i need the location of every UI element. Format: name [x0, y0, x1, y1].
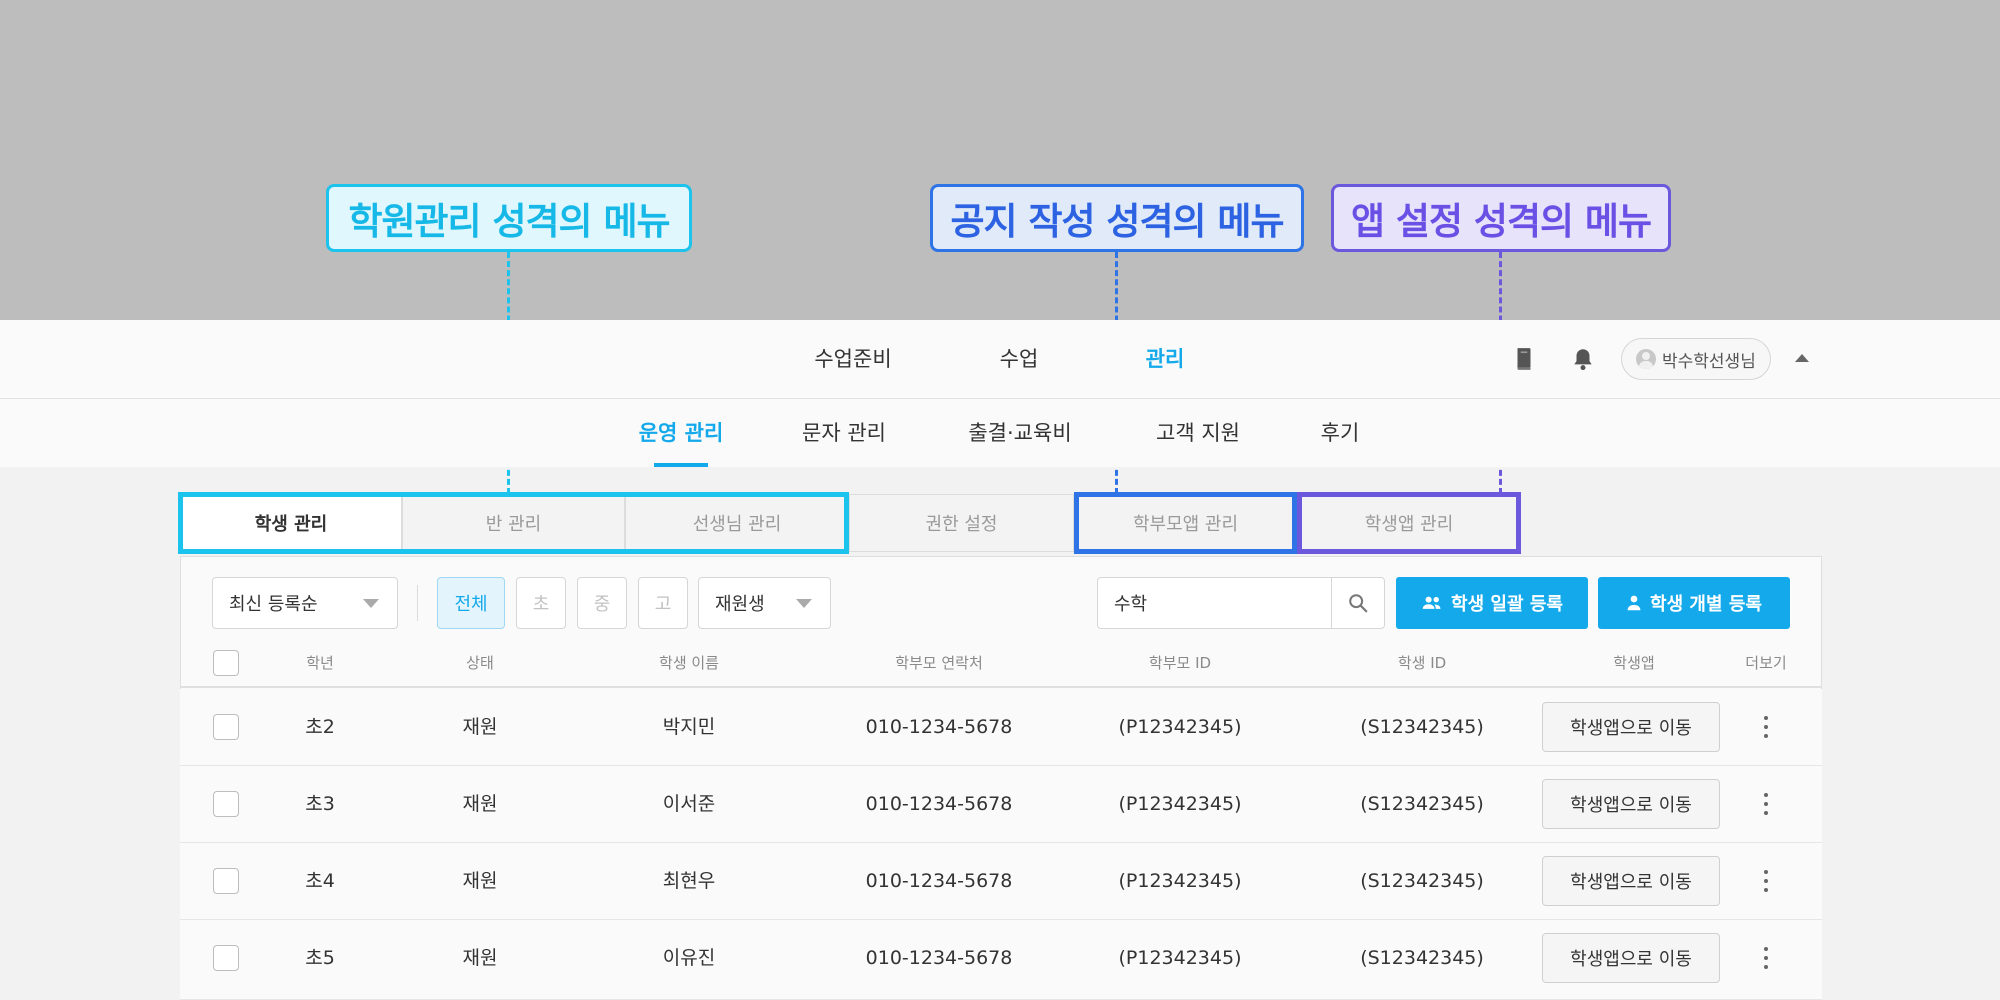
col-parent-phone: 학부모 연락처: [895, 654, 983, 672]
cell-student-name: 최현우: [662, 870, 716, 892]
more-vertical-icon[interactable]: [1762, 716, 1770, 738]
lnb-item-sms[interactable]: 문자 관리: [802, 399, 886, 467]
single-register-label: 학생 개별 등록: [1650, 594, 1762, 615]
table-header: 학년 상태 학생 이름 학부모 연락처 학부모 ID 학생 ID 학생앱 더보기: [180, 640, 1822, 688]
profile-name: 박수학선생님: [1662, 351, 1756, 372]
cell-parent-phone: 010-1234-5678: [865, 870, 1013, 892]
single-register-button[interactable]: 학생 개별 등록: [1598, 577, 1790, 629]
sort-select-value: 최신 등록순: [229, 594, 318, 615]
gnb-item-class[interactable]: 수업: [1000, 320, 1039, 398]
cell-student-name: 박지민: [662, 716, 716, 738]
cell-grade: 초4: [305, 870, 335, 892]
tab-permission-settings[interactable]: 권한 설정: [849, 494, 1074, 552]
col-parent-id: 학부모 ID: [1148, 654, 1212, 672]
more-vertical-icon[interactable]: [1762, 947, 1770, 969]
bell-icon[interactable]: [1570, 346, 1596, 372]
row-checkbox[interactable]: [213, 945, 239, 971]
cell-parent-phone: 010-1234-5678: [865, 793, 1013, 815]
profile-button[interactable]: 박수학선생님: [1621, 338, 1771, 380]
table-row: 초5 재원 이유진 010-1234-5678 (P12342345) (S12…: [180, 920, 1822, 1000]
callout-app-settings: 앱 설정 성격의 메뉴: [1331, 184, 1671, 252]
grade-filter-middle[interactable]: 중: [577, 577, 627, 629]
search-input[interactable]: 수학: [1114, 590, 1147, 616]
lnb-item-attendance-tuition[interactable]: 출결·교육비: [968, 399, 1071, 467]
cell-grade: 초3: [305, 793, 335, 815]
col-more: 더보기: [1745, 654, 1787, 672]
lnb-item-customer-support[interactable]: 고객 지원: [1156, 399, 1240, 467]
grade-filter-high[interactable]: 고: [638, 577, 688, 629]
gnb-item-management[interactable]: 관리: [1146, 320, 1185, 398]
book-icon[interactable]: [1511, 346, 1537, 372]
go-to-student-app-button[interactable]: 학생앱으로 이동: [1542, 779, 1720, 829]
management-tabs: 학생 관리 반 관리 선생님 관리 권한 설정 학부모앱 관리 학생앱 관리: [180, 494, 1521, 552]
cell-student-id: (S12342345): [1360, 716, 1484, 738]
cell-parent-id: (P12342345): [1118, 947, 1242, 969]
callout-notice-writing: 공지 작성 성격의 메뉴: [930, 184, 1304, 252]
tab-student-management[interactable]: 학생 관리: [180, 494, 402, 552]
person-icon: [1627, 595, 1641, 611]
callout-academy-management: 학원관리 성격의 메뉴: [326, 184, 692, 252]
go-to-student-app-button[interactable]: 학생앱으로 이동: [1542, 933, 1720, 983]
cell-status: 재원: [462, 716, 498, 738]
cell-student-id: (S12342345): [1360, 870, 1484, 892]
cell-parent-phone: 010-1234-5678: [865, 716, 1013, 738]
select-all-checkbox[interactable]: [213, 650, 239, 676]
tab-class-management[interactable]: 반 관리: [402, 494, 625, 552]
group-icon: [1422, 596, 1441, 609]
cell-grade: 초2: [305, 716, 335, 738]
search-field[interactable]: 수학: [1097, 577, 1385, 629]
status-select[interactable]: 재원생: [698, 577, 831, 629]
search-button[interactable]: [1331, 578, 1384, 628]
cell-status: 재원: [462, 947, 498, 969]
gnb-item-class-prep[interactable]: 수업준비: [814, 320, 891, 398]
avatar-icon: [1636, 349, 1656, 369]
lnb-active-indicator: [654, 463, 708, 467]
cell-student-name: 이서준: [662, 793, 716, 815]
bulk-register-label: 학생 일괄 등록: [1451, 594, 1563, 615]
tab-student-app-management[interactable]: 학생앱 관리: [1297, 494, 1521, 552]
local-nav: 운영 관리 문자 관리 출결·교육비 고객 지원 후기: [0, 399, 2000, 467]
cell-status: 재원: [462, 793, 498, 815]
more-vertical-icon[interactable]: [1762, 793, 1770, 815]
go-to-student-app-button[interactable]: 학생앱으로 이동: [1542, 856, 1720, 906]
row-checkbox[interactable]: [213, 791, 239, 817]
grade-filter-all[interactable]: 전체: [437, 577, 505, 629]
grade-filter-elementary[interactable]: 초: [516, 577, 566, 629]
tab-teacher-management[interactable]: 선생님 관리: [625, 494, 849, 552]
cell-status: 재원: [462, 870, 498, 892]
sort-select[interactable]: 최신 등록순: [212, 577, 398, 629]
cell-parent-phone: 010-1234-5678: [865, 947, 1013, 969]
annotation-background: [0, 0, 2000, 320]
search-icon: [1349, 594, 1368, 613]
global-nav: 수업준비 수업 관리 박수학선생님: [0, 320, 2000, 399]
cell-student-id: (S12342345): [1360, 947, 1484, 969]
more-vertical-icon[interactable]: [1762, 870, 1770, 892]
col-status: 상태: [466, 654, 494, 672]
cell-student-name: 이유진: [662, 947, 716, 969]
divider: [417, 585, 418, 621]
chevron-down-icon: [363, 599, 379, 608]
table-row: 초3 재원 이서준 010-1234-5678 (P12342345) (S12…: [180, 766, 1822, 843]
cell-parent-id: (P12342345): [1118, 793, 1242, 815]
row-checkbox[interactable]: [213, 714, 239, 740]
col-student-id: 학생 ID: [1397, 654, 1447, 672]
chevron-down-icon: [796, 599, 812, 608]
cell-student-id: (S12342345): [1360, 793, 1484, 815]
status-select-value: 재원생: [715, 594, 765, 615]
row-checkbox[interactable]: [213, 868, 239, 894]
go-to-student-app-button[interactable]: 학생앱으로 이동: [1542, 702, 1720, 752]
col-grade: 학년: [306, 654, 334, 672]
caret-up-icon[interactable]: [1795, 354, 1809, 362]
cell-grade: 초5: [305, 947, 335, 969]
cell-parent-id: (P12342345): [1118, 870, 1242, 892]
col-student-name: 학생 이름: [659, 654, 719, 672]
table-row: 초2 재원 박지민 010-1234-5678 (P12342345) (S12…: [180, 689, 1822, 766]
table-row: 초4 재원 최현우 010-1234-5678 (P12342345) (S12…: [180, 843, 1822, 920]
tab-parent-app-management[interactable]: 학부모앱 관리: [1074, 494, 1297, 552]
lnb-item-reviews[interactable]: 후기: [1321, 399, 1360, 467]
col-student-app: 학생앱: [1613, 654, 1655, 672]
bulk-register-button[interactable]: 학생 일괄 등록: [1396, 577, 1588, 629]
cell-parent-id: (P12342345): [1118, 716, 1242, 738]
lnb-item-operation[interactable]: 운영 관리: [639, 399, 724, 467]
